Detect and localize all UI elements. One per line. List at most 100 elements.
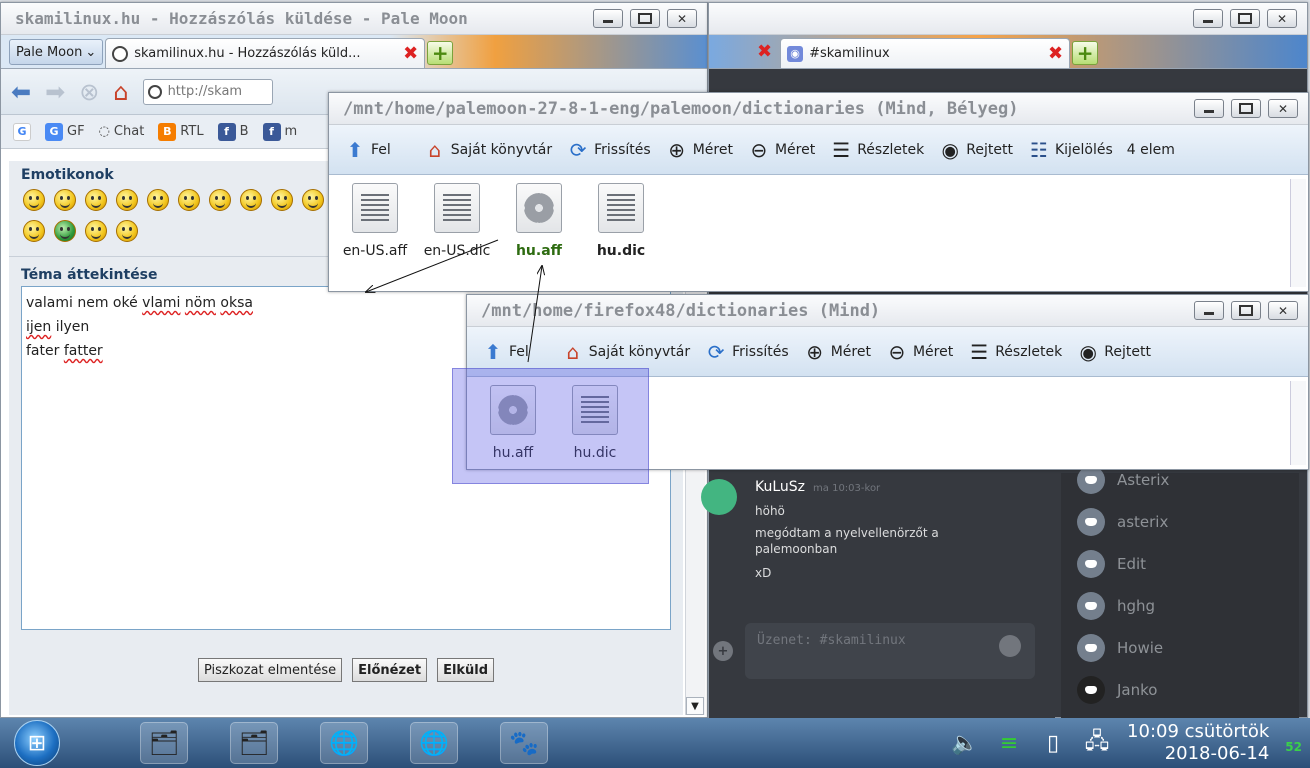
laugh-emoticon-icon[interactable] (302, 189, 324, 211)
discord-avatar-icon (1077, 466, 1105, 494)
new-tab-button[interactable]: + (427, 41, 454, 65)
surprised-emoticon-icon[interactable] (147, 189, 169, 211)
app-menu-button[interactable]: Pale Moon ⌄ (9, 39, 104, 65)
select-button[interactable]: ☷ Kijelölés (1027, 138, 1113, 162)
tab-close-icon[interactable]: ✖ (757, 41, 772, 62)
file-item[interactable]: hu.dic (587, 183, 655, 259)
refresh-button[interactable]: ⟳ Frissítés (704, 340, 789, 364)
plus-icon[interactable]: + (713, 641, 733, 661)
disk-icon[interactable]: ≡ (995, 729, 1023, 757)
tab-close-icon[interactable]: ✖ (1048, 43, 1063, 64)
neutral-emoticon-icon[interactable] (23, 220, 45, 242)
up-button[interactable]: ⬆ Fel (343, 138, 391, 162)
nerd-emoticon-icon[interactable] (116, 220, 138, 242)
new-tab-button[interactable]: + (1072, 41, 1099, 65)
confused-emoticon-icon[interactable] (209, 189, 231, 211)
maximize-button[interactable] (1231, 301, 1261, 320)
tongue-emoticon-icon[interactable] (271, 189, 293, 211)
taskbar-app[interactable]: 🌐 (410, 722, 458, 764)
file-item[interactable]: en-US.aff (341, 183, 409, 259)
minimize-button[interactable] (1194, 301, 1224, 320)
battery-icon[interactable]: ▯ (1039, 729, 1067, 757)
google-icon[interactable]: G (13, 122, 31, 141)
palemoon-titlebar[interactable]: skamilinux.hu - Hozzászólás küldése - Pa… (1, 3, 707, 35)
home-icon: ⌂ (566, 339, 580, 364)
minimize-button[interactable] (1194, 99, 1224, 118)
details-button[interactable]: ☰ Részletek (829, 138, 924, 162)
shocked-emoticon-icon[interactable] (178, 189, 200, 211)
zoom-out-button[interactable]: ⊖ Méret (885, 340, 954, 364)
url-bar[interactable]: http://skam (142, 78, 273, 105)
refresh-button[interactable]: ⟳ Frissítés (566, 138, 651, 162)
bookmark-label: Chat (113, 124, 145, 139)
maximize-button[interactable] (1231, 99, 1261, 118)
minimize-button[interactable] (593, 9, 623, 28)
hidden-button[interactable]: ◉ Rejtett (1076, 340, 1151, 364)
start-button[interactable]: ⊞ (14, 720, 60, 766)
close-button[interactable] (1267, 9, 1297, 28)
taskbar-app[interactable]: 🐾 (500, 722, 548, 764)
home-folder-button[interactable]: ⌂ Saját könyvtár (423, 138, 552, 162)
member-item[interactable]: Howie (1061, 627, 1299, 669)
bookmark-b[interactable]: fB (217, 122, 249, 141)
message-input[interactable]: Üzenet: #skamilinux (745, 623, 1035, 679)
filemanager-titlebar[interactable]: /mnt/home/firefox48/dictionaries (Mind) (467, 295, 1308, 327)
member-item[interactable]: Janko (1061, 669, 1299, 711)
taskbar-app[interactable]: 🗂 (140, 722, 188, 764)
speaker-icon[interactable]: 🔈 (951, 729, 979, 757)
close-button[interactable] (667, 9, 697, 28)
wink-emoticon-icon[interactable] (85, 189, 107, 211)
home-icon[interactable]: ⌂ (113, 78, 128, 106)
tab-active[interactable]: skamilinux.hu - Hozzászólás küld... ✖ (105, 38, 426, 68)
close-button[interactable] (1268, 99, 1298, 118)
up-button[interactable]: ⬆ Fel (481, 340, 529, 364)
avatar[interactable] (701, 479, 737, 515)
zoom-in-button[interactable]: ⊕ Méret (803, 340, 871, 364)
maximize-button[interactable] (1230, 9, 1260, 28)
zoom-in-button[interactable]: ⊕ Méret (665, 138, 733, 162)
glasses-emoticon-icon[interactable] (85, 220, 107, 242)
maximize-button[interactable] (630, 9, 660, 28)
discord-titlebar[interactable] (709, 3, 1307, 35)
member-item[interactable]: asterix (1061, 501, 1299, 543)
cool-emoticon-icon[interactable] (240, 189, 262, 211)
hidden-button[interactable]: ◉ Rejtett (938, 138, 1013, 162)
back-arrow-icon[interactable]: ⬅ (11, 78, 31, 106)
bookmark-gf[interactable]: G GF (45, 122, 85, 141)
file-item[interactable]: en-US.dic (423, 183, 491, 259)
sick-emoticon-icon[interactable] (54, 220, 76, 242)
smile-emoticon-icon[interactable] (23, 189, 45, 211)
send-button[interactable]: Elküld (437, 658, 495, 682)
member-name: Janko (1117, 681, 1158, 699)
forward-arrow-icon[interactable]: ➡ (45, 78, 65, 106)
save-draft-button[interactable]: Piszkozat elmentése (197, 658, 343, 682)
filemanager-titlebar[interactable]: /mnt/home/palemoon-27-8-1-eng/palemoon/d… (329, 93, 1308, 125)
emoji-icon[interactable] (999, 635, 1021, 657)
filemanager-scrollbar[interactable] (1290, 179, 1306, 287)
file-item[interactable]: hu.aff (505, 183, 573, 259)
taskbar-app[interactable]: 🗂 (230, 722, 278, 764)
clock[interactable]: 10:09 csütörtök 2018-06-14 (1127, 721, 1269, 765)
stop-icon[interactable]: ⊗ (79, 78, 99, 106)
zoom-out-button[interactable]: ⊖ Méret (747, 138, 816, 162)
bookmark-m[interactable]: fm (262, 122, 297, 141)
taskbar-app[interactable]: 🌐 (320, 722, 368, 764)
bookmark-chat[interactable]: ◌ Chat (99, 124, 145, 139)
list-icon: ☰ (970, 339, 989, 364)
member-item[interactable]: hghg (1061, 585, 1299, 627)
scroll-down-icon[interactable]: ▼ (686, 697, 704, 715)
member-item[interactable]: Edit (1061, 543, 1299, 585)
message-author[interactable]: KuLuSz ma 10:03-kor (755, 479, 880, 495)
close-button[interactable] (1268, 301, 1298, 320)
network-icon[interactable]: 🖧 (1083, 729, 1111, 757)
tab-discord[interactable]: ◉ #skamilinux ✖ (780, 38, 1071, 68)
grin-emoticon-icon[interactable] (54, 189, 76, 211)
preview-button[interactable]: Előnézet (352, 658, 428, 682)
minimize-button[interactable] (1193, 9, 1223, 28)
details-button[interactable]: ☰ Részletek (967, 340, 1062, 364)
bookmark-rtl[interactable]: B RTL (158, 122, 204, 141)
home-folder-button[interactable]: ⌂ Saját könyvtár (561, 340, 690, 364)
happy-emoticon-icon[interactable] (116, 189, 138, 211)
filemanager-scrollbar[interactable] (1290, 381, 1306, 465)
tab-close-icon[interactable]: ✖ (403, 43, 418, 64)
